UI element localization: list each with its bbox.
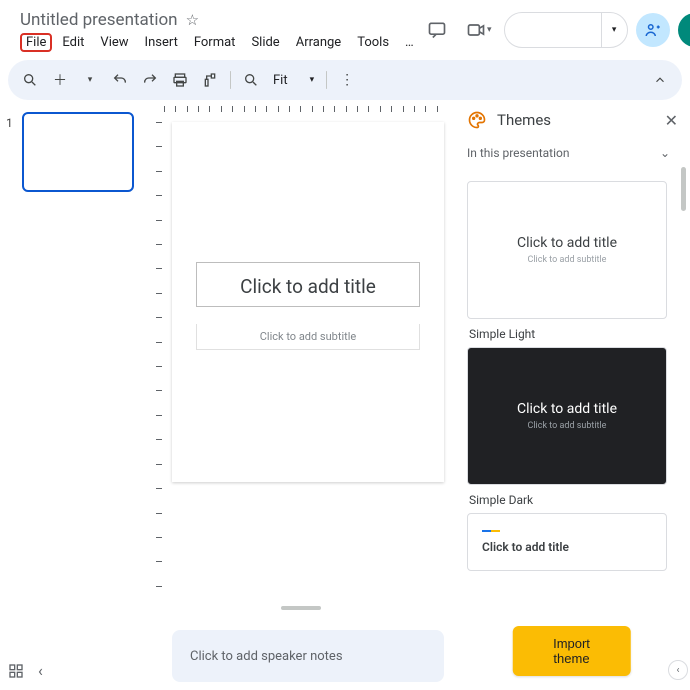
close-icon[interactable]: ✕ (665, 111, 678, 130)
theme-name: Simple Light (469, 327, 676, 341)
themes-panel-title: Themes (497, 111, 551, 129)
theme-preview-subtitle: Click to add subtitle (528, 255, 607, 265)
filmstrip: 1 (0, 100, 150, 690)
slideshow-dropdown[interactable]: ▾ (601, 13, 627, 47)
theme-preview-title: Click to add title (517, 401, 617, 417)
theme-accent-bar (482, 530, 500, 532)
collapse-toolbar-icon[interactable] (646, 66, 674, 94)
paint-format-icon[interactable] (196, 66, 224, 94)
slide-thumbnail[interactable] (22, 112, 134, 192)
new-slide-dropdown[interactable]: ▾ (76, 66, 104, 94)
import-theme-button[interactable]: Import theme (512, 626, 631, 676)
horizontal-ruler (164, 106, 448, 118)
slide-canvas[interactable]: Click to add title Click to add subtitle (172, 122, 444, 482)
subtitle-placeholder[interactable]: Click to add subtitle (196, 324, 420, 350)
menu-insert[interactable]: Insert (139, 33, 184, 52)
themes-panel-header: Themes ✕ (453, 100, 690, 140)
grid-view-icon[interactable] (8, 663, 24, 679)
new-slide-button[interactable]: ＋ (46, 66, 74, 94)
notes-resize-handle[interactable] (281, 606, 321, 610)
editor-area: Click to add title Click to add subtitle… (150, 100, 452, 690)
print-icon[interactable] (166, 66, 194, 94)
themes-section-toggle[interactable]: In this presentation ⌄ (453, 140, 690, 167)
menu-tools[interactable]: Tools (351, 33, 395, 52)
account-avatar[interactable]: N (678, 13, 690, 47)
speaker-notes[interactable]: Click to add speaker notes (172, 630, 444, 682)
toolbar-separator (230, 71, 231, 89)
meet-icon[interactable]: ▾ (462, 13, 496, 47)
menu-more[interactable]: … (399, 33, 420, 52)
star-icon[interactable]: ☆ (186, 11, 199, 29)
chevron-left-icon[interactable]: ‹ (38, 661, 43, 680)
menu-view[interactable]: View (94, 33, 134, 52)
theme-preview-subtitle: Click to add subtitle (528, 421, 607, 431)
undo-icon[interactable] (106, 66, 134, 94)
chevron-down-icon: ▾ (612, 25, 617, 35)
zoom-select[interactable]: Fit ▾ (267, 73, 320, 88)
search-icon[interactable] (16, 66, 44, 94)
menu-format[interactable]: Format (188, 33, 242, 52)
share-button[interactable] (636, 13, 670, 47)
chevron-down-icon: ⌄ (660, 146, 670, 160)
menu-slide[interactable]: Slide (245, 33, 285, 52)
menu-arrange[interactable]: Arrange (290, 33, 347, 52)
theme-simple-light[interactable]: Click to add title Click to add subtitle (467, 181, 667, 319)
menu-file[interactable]: File (20, 33, 52, 52)
toolbar-separator (326, 71, 327, 89)
main-area: 1 Click to add title Click to add subtit… (0, 100, 690, 690)
palette-icon (467, 110, 487, 130)
themes-section-label: In this presentation (467, 146, 570, 160)
theme-streamline[interactable]: Click to add title (467, 513, 667, 571)
theme-name: Simple Dark (469, 493, 676, 507)
side-panel-toggle[interactable]: ‹ (668, 660, 688, 680)
scrollbar-thumb[interactable] (681, 167, 686, 211)
themes-panel: Themes ✕ In this presentation ⌄ Click to… (452, 100, 690, 690)
theme-preview-title: Click to add title (517, 235, 617, 251)
slideshow-button[interactable]: Slideshow ▾ (504, 12, 628, 48)
header-right: ▾ Slideshow ▾ N (420, 12, 690, 48)
redo-icon[interactable] (136, 66, 164, 94)
chevron-down-icon: ▾ (310, 75, 315, 85)
title-area: Untitled presentation ☆ File Edit View I… (20, 9, 420, 52)
theme-preview-title: Click to add title (482, 540, 569, 554)
bottom-left-controls: ‹ (8, 661, 43, 680)
doc-title[interactable]: Untitled presentation (20, 10, 178, 30)
slide-number: 1 (6, 116, 13, 130)
more-tools-icon[interactable]: ⋮ (333, 66, 361, 94)
menu-bar: File Edit View Insert Format Slide Arran… (20, 33, 420, 52)
toolbar: ＋ ▾ Fit ▾ ⋮ (8, 60, 682, 100)
app-header: Untitled presentation ☆ File Edit View I… (0, 0, 690, 54)
theme-simple-dark[interactable]: Click to add title Click to add subtitle (467, 347, 667, 485)
vertical-ruler (150, 122, 162, 610)
zoom-label: Fit (273, 73, 288, 88)
zoom-icon[interactable] (237, 66, 265, 94)
title-placeholder[interactable]: Click to add title (196, 262, 420, 307)
menu-edit[interactable]: Edit (56, 33, 90, 52)
themes-list: Click to add title Click to add subtitle… (453, 167, 690, 690)
comments-icon[interactable] (420, 13, 454, 47)
slideshow-label: Slideshow (505, 12, 601, 48)
